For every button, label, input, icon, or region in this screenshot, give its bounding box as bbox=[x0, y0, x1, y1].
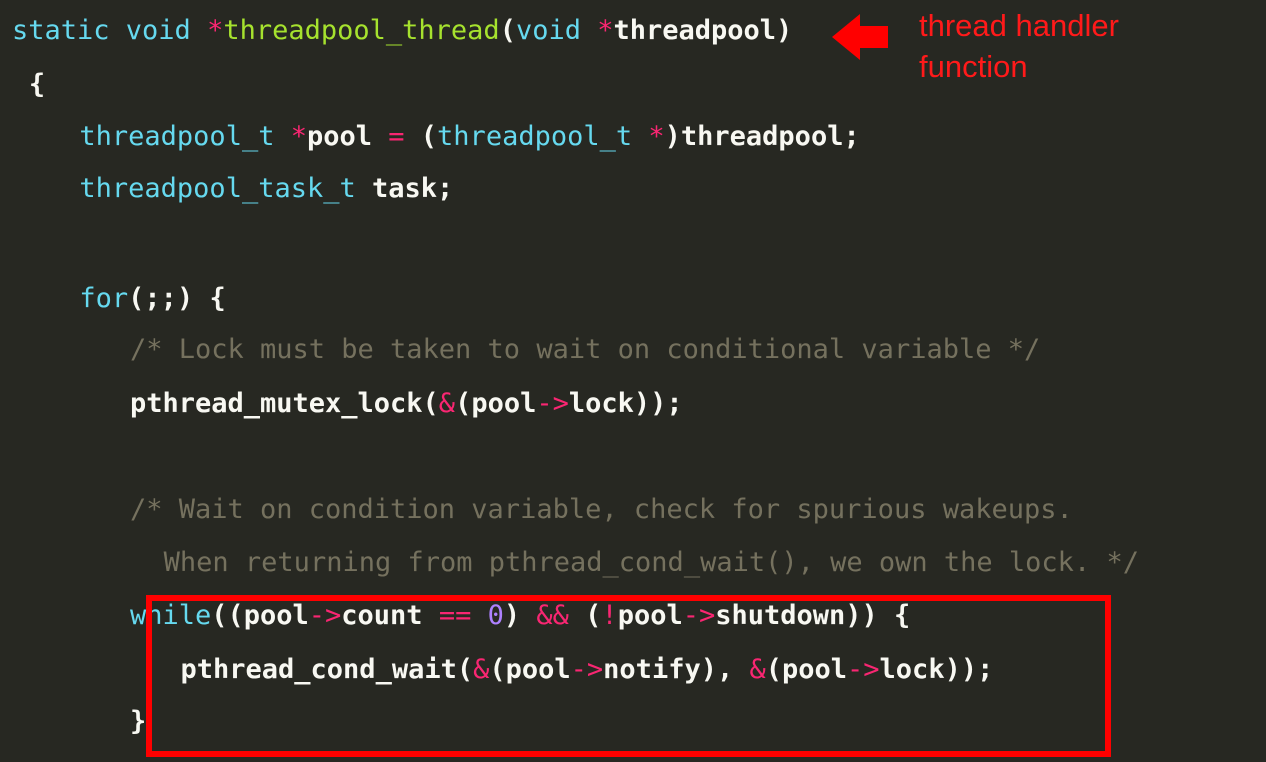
code-token: ) bbox=[503, 600, 537, 631]
code-token: * bbox=[207, 15, 224, 46]
code-token: notify), bbox=[603, 654, 750, 685]
code-token: static void bbox=[12, 15, 208, 46]
code-line: threadpool_t *pool = (threadpool_t *)thr… bbox=[79, 117, 859, 157]
code-token: ( bbox=[404, 121, 438, 152]
code-token: & bbox=[749, 654, 766, 685]
annotation-label: thread handler function bbox=[919, 5, 1219, 87]
code-token: * bbox=[597, 15, 614, 46]
code-token: threadpool_t bbox=[437, 121, 649, 152]
code-token: (pool bbox=[489, 654, 571, 685]
code-line: /* Wait on condition variable, check for… bbox=[130, 490, 1073, 530]
code-token: threadpool_thread bbox=[223, 15, 500, 46]
code-token: -> bbox=[308, 600, 342, 631]
code-line: while((pool->count == 0) && (!pool->shut… bbox=[130, 596, 910, 636]
code-token: & bbox=[473, 654, 490, 685]
code-token: ((pool bbox=[211, 600, 309, 631]
code-token: task; bbox=[372, 173, 454, 204]
code-token: pool bbox=[617, 600, 683, 631]
code-token: && bbox=[536, 600, 569, 631]
code-token: for bbox=[79, 283, 129, 314]
code-token: ( bbox=[568, 600, 602, 631]
code-token: lock)); bbox=[568, 388, 683, 419]
code-line: pthread_mutex_lock(&(pool->lock)); bbox=[130, 384, 683, 424]
code-line: } bbox=[130, 702, 146, 742]
code-token: When returning from pthread_cond_wait(),… bbox=[163, 547, 1139, 578]
code-line: static void *threadpool_thread(void *thr… bbox=[12, 11, 792, 51]
code-token: shutdown)) { bbox=[715, 600, 911, 631]
annotation-line-1: thread handler bbox=[919, 8, 1119, 43]
code-token: -> bbox=[570, 654, 604, 685]
code-token: lock)); bbox=[879, 654, 994, 685]
code-token: )threadpool; bbox=[664, 121, 860, 152]
code-line: for(;;) { bbox=[79, 279, 225, 319]
code-token: -> bbox=[847, 654, 880, 685]
code-token: = bbox=[388, 121, 405, 152]
code-token: threadpool_task_t bbox=[79, 173, 372, 204]
code-token: * bbox=[648, 121, 665, 152]
code-token: (;;) { bbox=[128, 283, 226, 314]
code-line: /* Lock must be taken to wait on conditi… bbox=[130, 330, 1040, 370]
code-token: pthread_cond_wait( bbox=[180, 654, 474, 685]
code-line: pthread_cond_wait(&(pool->notify), &(poo… bbox=[181, 650, 994, 690]
code-token: /* Lock must be taken to wait on conditi… bbox=[129, 334, 1041, 365]
code-token: -> bbox=[682, 600, 716, 631]
code-token: pthread_mutex_lock( bbox=[129, 388, 439, 419]
code-line: { bbox=[29, 65, 45, 105]
code-token: while bbox=[129, 600, 212, 631]
code-token: count bbox=[341, 600, 439, 631]
code-token: * bbox=[290, 121, 307, 152]
left-arrow-icon bbox=[832, 14, 888, 60]
code-editor: static void *threadpool_thread(void *thr… bbox=[0, 0, 1266, 762]
code-token: 0 bbox=[487, 600, 504, 631]
code-token: (pool bbox=[765, 654, 848, 685]
code-token: & bbox=[438, 388, 456, 419]
code-token: -> bbox=[536, 388, 569, 419]
code-token: ( bbox=[499, 15, 516, 46]
code-token: (pool bbox=[455, 388, 537, 419]
code-token: } bbox=[129, 706, 147, 737]
code-token: threadpool_t bbox=[79, 121, 291, 152]
code-token: pool bbox=[306, 121, 389, 152]
code-line: threadpool_task_t task; bbox=[79, 169, 453, 209]
code-token: /* Wait on condition variable, check for… bbox=[129, 494, 1073, 525]
code-token: { bbox=[28, 69, 46, 100]
code-token: == bbox=[438, 600, 472, 631]
code-token: ! bbox=[601, 600, 618, 631]
code-line: When returning from pthread_cond_wait(),… bbox=[164, 543, 1139, 583]
code-token: threadpool) bbox=[613, 15, 793, 46]
code-token: void bbox=[515, 15, 598, 46]
annotation-line-2: function bbox=[919, 49, 1028, 84]
